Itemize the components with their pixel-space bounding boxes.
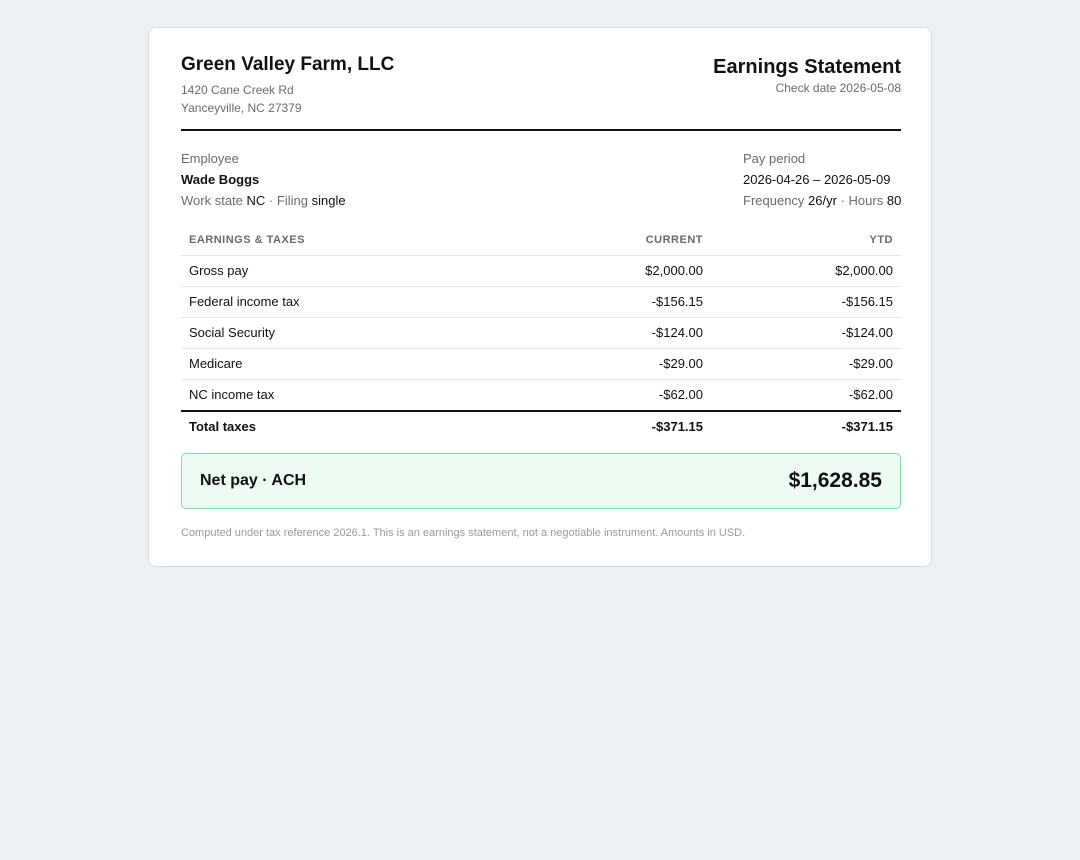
row-label: Gross pay (189, 263, 249, 278)
row-label: NC income tax (189, 387, 275, 402)
footnote: Computed under tax reference 2026.1. Thi… (181, 527, 746, 539)
table-row: Federal income tax -$156.15 -$156.15 (181, 287, 901, 318)
row-label: Medicare (189, 356, 243, 371)
check-date: Check date 2026-05-08 (776, 81, 901, 95)
table-row: Gross pay $2,000.00 $2,000.00 (181, 256, 901, 287)
work-state-value: NC (246, 193, 266, 208)
pay-period-range: 2026-04-26 – 2026-05-09 (743, 172, 891, 187)
net-pay-box: Net pay · ACH $1,628.85 (181, 453, 901, 509)
frequency-label: Frequency (743, 193, 805, 208)
hours-value: 80 (886, 193, 902, 208)
total-label: Total taxes (189, 419, 256, 434)
pay-period-heading: Pay period (743, 151, 806, 166)
table-row: Medicare -$29.00 -$29.00 (181, 349, 901, 380)
row-ytd: -$62.00 (848, 387, 893, 402)
column-header-ytd: YTD (869, 234, 893, 246)
row-ytd: -$29.00 (848, 356, 893, 371)
employee-heading: Employee (181, 151, 239, 166)
row-ytd: -$124.00 (841, 325, 893, 340)
meta-separator: · (840, 193, 845, 208)
meta-separator: · (268, 193, 274, 208)
check-date-value: 2026-05-08 (839, 81, 901, 95)
company-name: Green Valley Farm, LLC (181, 54, 395, 75)
filing-label: Filing (276, 193, 308, 208)
work-state-label: Work state (181, 193, 243, 208)
header-divider (181, 129, 901, 131)
row-ytd: -$156.15 (841, 294, 893, 309)
pay-period-block: Pay period 2026-04-26 – 2026-05-09 Frequ… (743, 151, 901, 214)
filing-value: single (311, 193, 346, 208)
table-row: NC income tax -$62.00 -$62.00 (181, 380, 901, 412)
net-pay-amount: $1,628.85 (788, 469, 882, 492)
pay-period-meta: Frequency 26/yr · Hours 80 (743, 193, 901, 214)
total-current: -$371.15 (651, 419, 703, 434)
row-label: Social Security (189, 325, 275, 340)
row-current: $2,000.00 (645, 263, 703, 278)
net-pay-label: Net pay · ACH (200, 472, 307, 489)
column-header-earnings-taxes: EARNINGS & TAXES (189, 234, 305, 246)
table-row: Social Security -$124.00 -$124.00 (181, 318, 901, 349)
row-ytd: $2,000.00 (835, 263, 893, 278)
row-label: Federal income tax (189, 294, 300, 309)
employee-name: Wade Boggs (181, 172, 260, 187)
check-date-label: Check date (775, 81, 837, 95)
table-header-row: EARNINGS & TAXES CURRENT YTD (181, 226, 901, 256)
statement-title: Earnings Statement (713, 56, 901, 78)
company-address-line2: Yanceyville, NC 27379 (181, 101, 302, 115)
frequency-value: 26/yr (808, 193, 837, 208)
company-address-line1: 1420 Cane Creek Rd (181, 83, 294, 97)
employee-meta: Work state NC · Filing single (181, 193, 346, 208)
hours-label: Hours (848, 193, 884, 208)
total-taxes-row: Total taxes -$371.15 -$371.15 (181, 412, 901, 442)
row-current: -$62.00 (658, 387, 703, 402)
column-header-current: CURRENT (645, 234, 703, 246)
row-current: -$29.00 (658, 356, 703, 371)
earnings-statement-card: Green Valley Farm, LLC 1420 Cane Creek R… (148, 27, 932, 567)
earnings-taxes-table: EARNINGS & TAXES CURRENT YTD Gross pay $… (181, 226, 901, 442)
row-current: -$124.00 (651, 325, 703, 340)
row-current: -$156.15 (651, 294, 703, 309)
total-ytd: -$371.15 (841, 419, 893, 434)
